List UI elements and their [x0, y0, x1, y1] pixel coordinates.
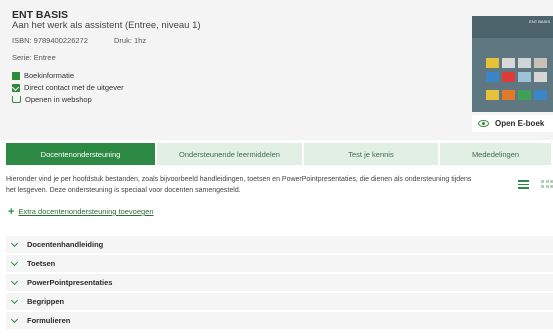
link-label: Openen in webshop: [25, 95, 92, 104]
book-cover-area: ENT BASIS Open E-boek: [472, 16, 553, 134]
druk-text: Druk: 1hz: [114, 36, 147, 45]
cover-tile: [518, 58, 531, 68]
tab-test-je-kennis[interactable]: Test je kennis: [304, 143, 438, 165]
boekinformatie-link[interactable]: Boekinformatie: [12, 71, 74, 80]
section-toetsen[interactable]: Toetsen: [6, 255, 553, 272]
cover-tile: [502, 90, 515, 100]
section-label: Formulieren: [27, 316, 71, 325]
chevron-down-icon: [10, 239, 19, 247]
cover-tile: [502, 58, 515, 68]
plus-icon: +: [8, 205, 15, 218]
tab-docentenondersteuning[interactable]: Docentenondersteuning: [6, 143, 155, 165]
section-label: Begrippen: [27, 297, 65, 306]
chevron-down-icon: [10, 277, 19, 285]
section-label: Docentenhandleiding: [27, 240, 104, 249]
cover-tile: [518, 90, 531, 100]
section-powerpointpresentaties[interactable]: PowerPointpresentaties: [6, 274, 553, 291]
section-docentenhandleiding[interactable]: Docentenhandleiding: [6, 236, 553, 253]
cover-tile: [534, 90, 547, 100]
cover-tile: [486, 72, 499, 82]
chevron-down-icon: [10, 258, 19, 266]
link-label: Boekinformatie: [24, 71, 75, 80]
open-ebook-label: Open E-boek: [495, 119, 545, 128]
open-ebook-button[interactable]: Open E-boek: [472, 115, 553, 132]
serie-text: Serie: Entree: [12, 53, 56, 62]
tab-mededelingen[interactable]: Mededelingen: [440, 143, 551, 165]
cart-icon: [12, 96, 21, 103]
link-label: Direct contact met de uitgever: [24, 83, 124, 92]
section-description: Hieronder vind je per hoofdstuk bestande…: [6, 176, 472, 194]
grid-view-icon[interactable]: [541, 180, 553, 189]
book-header: ENT BASIS Aan het werk als assistent (En…: [0, 0, 553, 140]
section-label: Toetsen: [27, 259, 56, 268]
list-view-icon[interactable]: [518, 180, 529, 189]
chevron-down-icon: [10, 315, 19, 323]
chevron-down-icon: [10, 296, 19, 304]
contact-uitgever-link[interactable]: Direct contact met de uitgever: [12, 83, 124, 92]
book-subtitle: Aan het werk als assistent (Entree, nive…: [12, 20, 201, 31]
cover-tile: [502, 72, 515, 82]
cover-tile: [534, 72, 547, 82]
cover-tile: [486, 90, 499, 100]
section-begrippen[interactable]: Begrippen: [6, 293, 553, 310]
isbn-text: ISBN: 9789400226272: [12, 36, 88, 45]
section-formulieren[interactable]: Formulieren: [6, 312, 553, 329]
info-icon: [12, 71, 20, 80]
section-label: PowerPointpresentaties: [27, 278, 113, 287]
cover-label: ENT BASIS: [529, 19, 550, 24]
tab-ondersteunende-leermiddelen[interactable]: Ondersteunende leermiddelen: [157, 143, 302, 165]
book-meta: ISBN: 9789400226272 Druk: 1hz: [12, 36, 146, 45]
webshop-link[interactable]: Openen in webshop: [12, 95, 92, 104]
cover-tile: [486, 58, 499, 68]
book-cover-image[interactable]: ENT BASIS: [472, 16, 553, 112]
cover-tile: [534, 58, 547, 68]
add-support-link[interactable]: + Extra docentenondersteuning toevoegen: [8, 205, 154, 218]
eye-icon: [478, 120, 489, 127]
cover-tile: [518, 72, 531, 82]
tab-bar: Docentenondersteuning Ondersteunende lee…: [6, 143, 553, 165]
add-support-label: Extra docentenondersteuning toevoegen: [18, 207, 154, 216]
mail-icon: [12, 83, 20, 92]
